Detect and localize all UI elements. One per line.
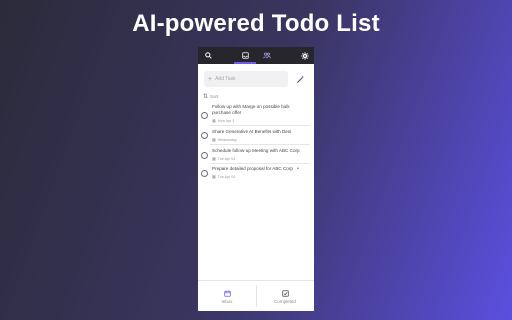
task-title: Schedule follow-up Meeting with ABC Corp — [212, 148, 300, 153]
app-topbar — [198, 47, 314, 64]
sort-icon: ⇅ — [203, 94, 209, 100]
task-item[interactable]: Share Generative AI Benefits with Desi ▦… — [198, 128, 314, 146]
headline: AI-powered Todo List — [132, 10, 380, 37]
task-date: ▦ Tue Apr 04 — [212, 156, 235, 161]
calendar-icon: ▦ — [212, 137, 216, 142]
task-item[interactable]: Follow up with Marge on possible bulk pu… — [198, 103, 314, 127]
task-checkbox[interactable] — [201, 170, 208, 177]
gear-icon[interactable] — [298, 47, 312, 64]
nav-inbox[interactable]: Inbox — [198, 281, 256, 311]
bottom-navigation: Inbox Completed — [198, 280, 314, 311]
task-title: Share Generative AI Benefits with Desi — [212, 129, 292, 134]
search-icon[interactable] — [201, 47, 215, 64]
sort-label: Sort — [210, 94, 219, 99]
divider — [210, 125, 310, 126]
task-title: Prepare detailed proposal for ABC Corp — [212, 166, 293, 171]
task-date: ▦ Mon Apr 3 — [212, 118, 234, 123]
task-item[interactable]: Schedule follow-up Meeting with ABC Corp… — [198, 147, 314, 165]
task-checkbox[interactable] — [201, 132, 208, 139]
sort-control[interactable]: ⇅ Sort — [203, 93, 218, 100]
divider — [210, 144, 310, 145]
status-dot-icon: • — [297, 166, 299, 172]
plus-icon: + — [208, 75, 213, 83]
nav-completed-label: Completed — [274, 298, 296, 304]
divider — [210, 163, 310, 164]
task-date-text: Tue Apr 04 — [217, 156, 236, 161]
task-item[interactable]: Prepare detailed proposal for ABC Corp •… — [198, 165, 314, 183]
task-checkbox[interactable] — [201, 112, 208, 119]
nav-inbox-label: Inbox — [221, 298, 233, 304]
calendar-icon: ▦ — [212, 156, 216, 161]
task-date: ▦ Wednesday — [212, 137, 237, 142]
add-task-placeholder: Add Task — [215, 76, 236, 82]
nav-completed[interactable]: Completed — [256, 281, 314, 311]
task-checkbox[interactable] — [201, 152, 208, 159]
task-date-text: Mon Apr 3 — [217, 118, 235, 123]
ai-magic-wand-icon[interactable] — [294, 72, 306, 86]
todo-app-window: + Add Task ⇅ Sort Follow up with Marge o… — [198, 47, 314, 311]
task-date: ▦ Tue Apr 04 — [212, 174, 235, 179]
checkbox-checked-icon — [281, 289, 289, 297]
task-date-text: Wednesday — [217, 137, 237, 142]
calendar-icon: ▦ — [212, 118, 216, 123]
active-tab-indicator — [234, 62, 256, 64]
task-date-text: Tue Apr 04 — [217, 174, 236, 179]
calendar-icon: ▦ — [212, 174, 216, 179]
task-title: Follow up with Marge on possible bulk pu… — [212, 104, 290, 115]
people-icon[interactable] — [260, 47, 274, 64]
calendar-icon — [223, 289, 231, 297]
add-task-input[interactable]: + Add Task — [204, 71, 288, 87]
